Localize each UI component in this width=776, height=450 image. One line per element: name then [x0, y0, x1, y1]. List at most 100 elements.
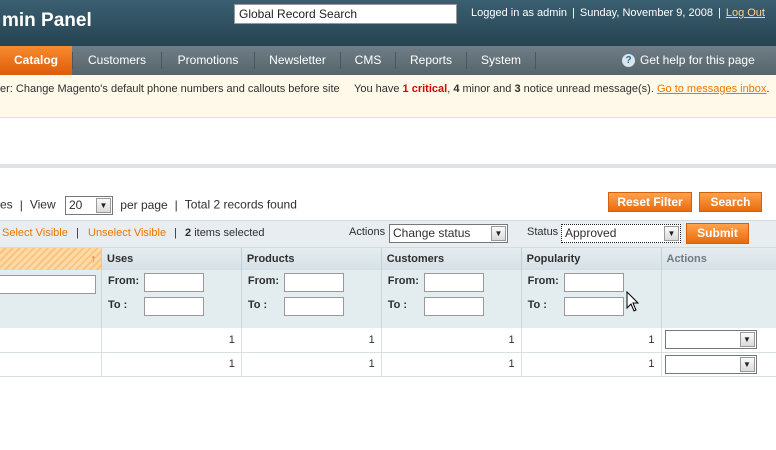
- msg-prefix: You have: [354, 83, 400, 95]
- filter-cell: [0, 270, 102, 328]
- status-value: Approved: [565, 226, 617, 240]
- selected-count: 2: [185, 227, 192, 239]
- customers-from-input[interactable]: [423, 273, 484, 292]
- filter-products: From: To :: [241, 270, 382, 328]
- help-label: Get help for this page: [640, 53, 755, 67]
- chevron-down-icon: ▼: [664, 226, 679, 241]
- from-label: From:: [527, 275, 559, 287]
- to-label: To :: [527, 299, 547, 311]
- products-cell: 1: [241, 328, 382, 353]
- submit-button[interactable]: Submit: [686, 223, 749, 244]
- global-search-input[interactable]: [234, 4, 457, 24]
- row-action-select[interactable]: ▼: [664, 354, 757, 374]
- view-label: View: [29, 197, 56, 212]
- nav-newsletter[interactable]: Newsletter: [255, 46, 340, 75]
- chevron-down-icon: ▼: [95, 198, 111, 213]
- selected-items-text: 2 items selected: [185, 227, 265, 239]
- notice-count: 3: [514, 83, 521, 95]
- sort-arrow-icon: ↑: [90, 253, 97, 265]
- unselect-visible-link[interactable]: Unselect Visible: [88, 227, 166, 239]
- actions-select[interactable]: Change status ▼: [389, 224, 508, 243]
- select-visible-link[interactable]: Select Visible: [2, 227, 68, 239]
- nav-catalog[interactable]: Catalog: [0, 46, 72, 75]
- nav-cms[interactable]: CMS: [341, 46, 395, 75]
- reset-filter-button[interactable]: Reset Filter: [608, 192, 692, 212]
- status-label: Status: [527, 226, 559, 238]
- uses-cell: 1: [101, 328, 242, 353]
- nav-system[interactable]: System: [467, 46, 535, 75]
- messages-inbox-link[interactable]: Go to messages inbox: [657, 83, 766, 95]
- column-actions: Actions: [661, 248, 776, 270]
- msg-suffix: .: [766, 83, 770, 95]
- minor-text: minor and: [462, 83, 512, 95]
- customers-cell: 1: [381, 328, 522, 353]
- to-label: To :: [108, 299, 128, 311]
- filter-popularity: From: To :: [521, 270, 662, 328]
- products-from-input[interactable]: [283, 273, 344, 292]
- uses-to-input[interactable]: [144, 297, 204, 316]
- column-uses[interactable]: Uses: [101, 248, 242, 270]
- column-products[interactable]: Products: [241, 248, 382, 270]
- column-customers[interactable]: Customers: [381, 248, 522, 270]
- help-link[interactable]: ? Get help for this page: [622, 46, 755, 75]
- from-label: From:: [387, 275, 419, 287]
- inbox-summary: You have 1 critical, 4 minor and 3 notic…: [354, 83, 770, 95]
- filter-uses: From: To :: [101, 270, 242, 328]
- column-popularity[interactable]: Popularity: [521, 248, 662, 270]
- actions-value: Change status: [393, 226, 471, 240]
- actions-label: Actions: [349, 226, 386, 238]
- selected-label: items selected: [194, 227, 265, 239]
- chevron-down-icon: ▼: [739, 356, 755, 372]
- filter-text-input[interactable]: [0, 275, 96, 294]
- nav-customers[interactable]: Customers: [73, 46, 161, 75]
- uses-cell: 1: [101, 352, 242, 377]
- to-label: To :: [247, 299, 268, 311]
- row-cell: [0, 328, 102, 353]
- massaction-bar: Select Visible | Unselect Visible | 2 it…: [0, 220, 776, 248]
- products-to-input[interactable]: [283, 297, 344, 316]
- from-label: From:: [247, 275, 280, 287]
- table-row: 1 1 1 1 ▼: [0, 328, 776, 353]
- row-action-cell: ▼: [661, 328, 776, 353]
- minor-count: 4: [453, 83, 460, 95]
- mouse-cursor-icon: [626, 291, 640, 312]
- sort-column-header[interactable]: ↑: [0, 248, 102, 270]
- row-action-select[interactable]: ▼: [664, 330, 757, 350]
- to-label: To :: [387, 299, 408, 311]
- table-row: 1 1 1 1 ▼: [0, 352, 776, 377]
- current-date: Sunday, November 9, 2008: [579, 7, 713, 19]
- system-messages: er: Change Magento's default phone numbe…: [0, 75, 776, 118]
- from-label: From:: [108, 275, 140, 287]
- customers-cell: 1: [381, 352, 522, 377]
- logout-link[interactable]: Log Out: [726, 7, 765, 19]
- nav-promotions[interactable]: Promotions: [162, 46, 254, 75]
- row-cell: [0, 352, 102, 377]
- header-info: Logged in as admin | Sunday, November 9, 2…: [471, 7, 765, 19]
- critical-count: 1 critical: [402, 83, 448, 95]
- popularity-to-input[interactable]: [563, 297, 624, 316]
- filter-actions: [661, 270, 776, 328]
- pages-label: es: [0, 197, 13, 212]
- popularity-cell: 1: [521, 352, 662, 377]
- notice-message: er: Change Magento's default phone numbe…: [0, 83, 340, 95]
- main-nav: Catalog Customers Promotions Newsletter …: [0, 46, 776, 75]
- popularity-from-input[interactable]: [563, 273, 624, 292]
- per-page-value: 20: [68, 198, 83, 212]
- filter-customers: From: To :: [381, 270, 522, 328]
- search-button[interactable]: Search: [699, 192, 762, 212]
- row-action-cell: ▼: [661, 352, 776, 377]
- customers-to-input[interactable]: [423, 297, 484, 316]
- status-select[interactable]: Approved ▼: [561, 224, 681, 243]
- uses-from-input[interactable]: [144, 273, 204, 292]
- per-page-label: per page: [120, 197, 168, 212]
- content-divider: [0, 164, 776, 168]
- header: min Panel Logged in as admin|Sunday, Nov…: [0, 0, 776, 46]
- per-page-select[interactable]: 20 ▼: [64, 196, 113, 215]
- help-icon: ?: [622, 54, 635, 67]
- notice-text: notice unread message(s).: [523, 83, 654, 95]
- nav-reports[interactable]: Reports: [396, 46, 466, 75]
- pager: es | View 20 ▼ per page | Total 2 records fou…: [0, 196, 297, 215]
- chevron-down-icon: ▼: [491, 226, 506, 241]
- records-found: Total 2 records found: [184, 197, 297, 212]
- coupons-grid: ↑ Uses Products Customers Popularity Act…: [0, 248, 776, 377]
